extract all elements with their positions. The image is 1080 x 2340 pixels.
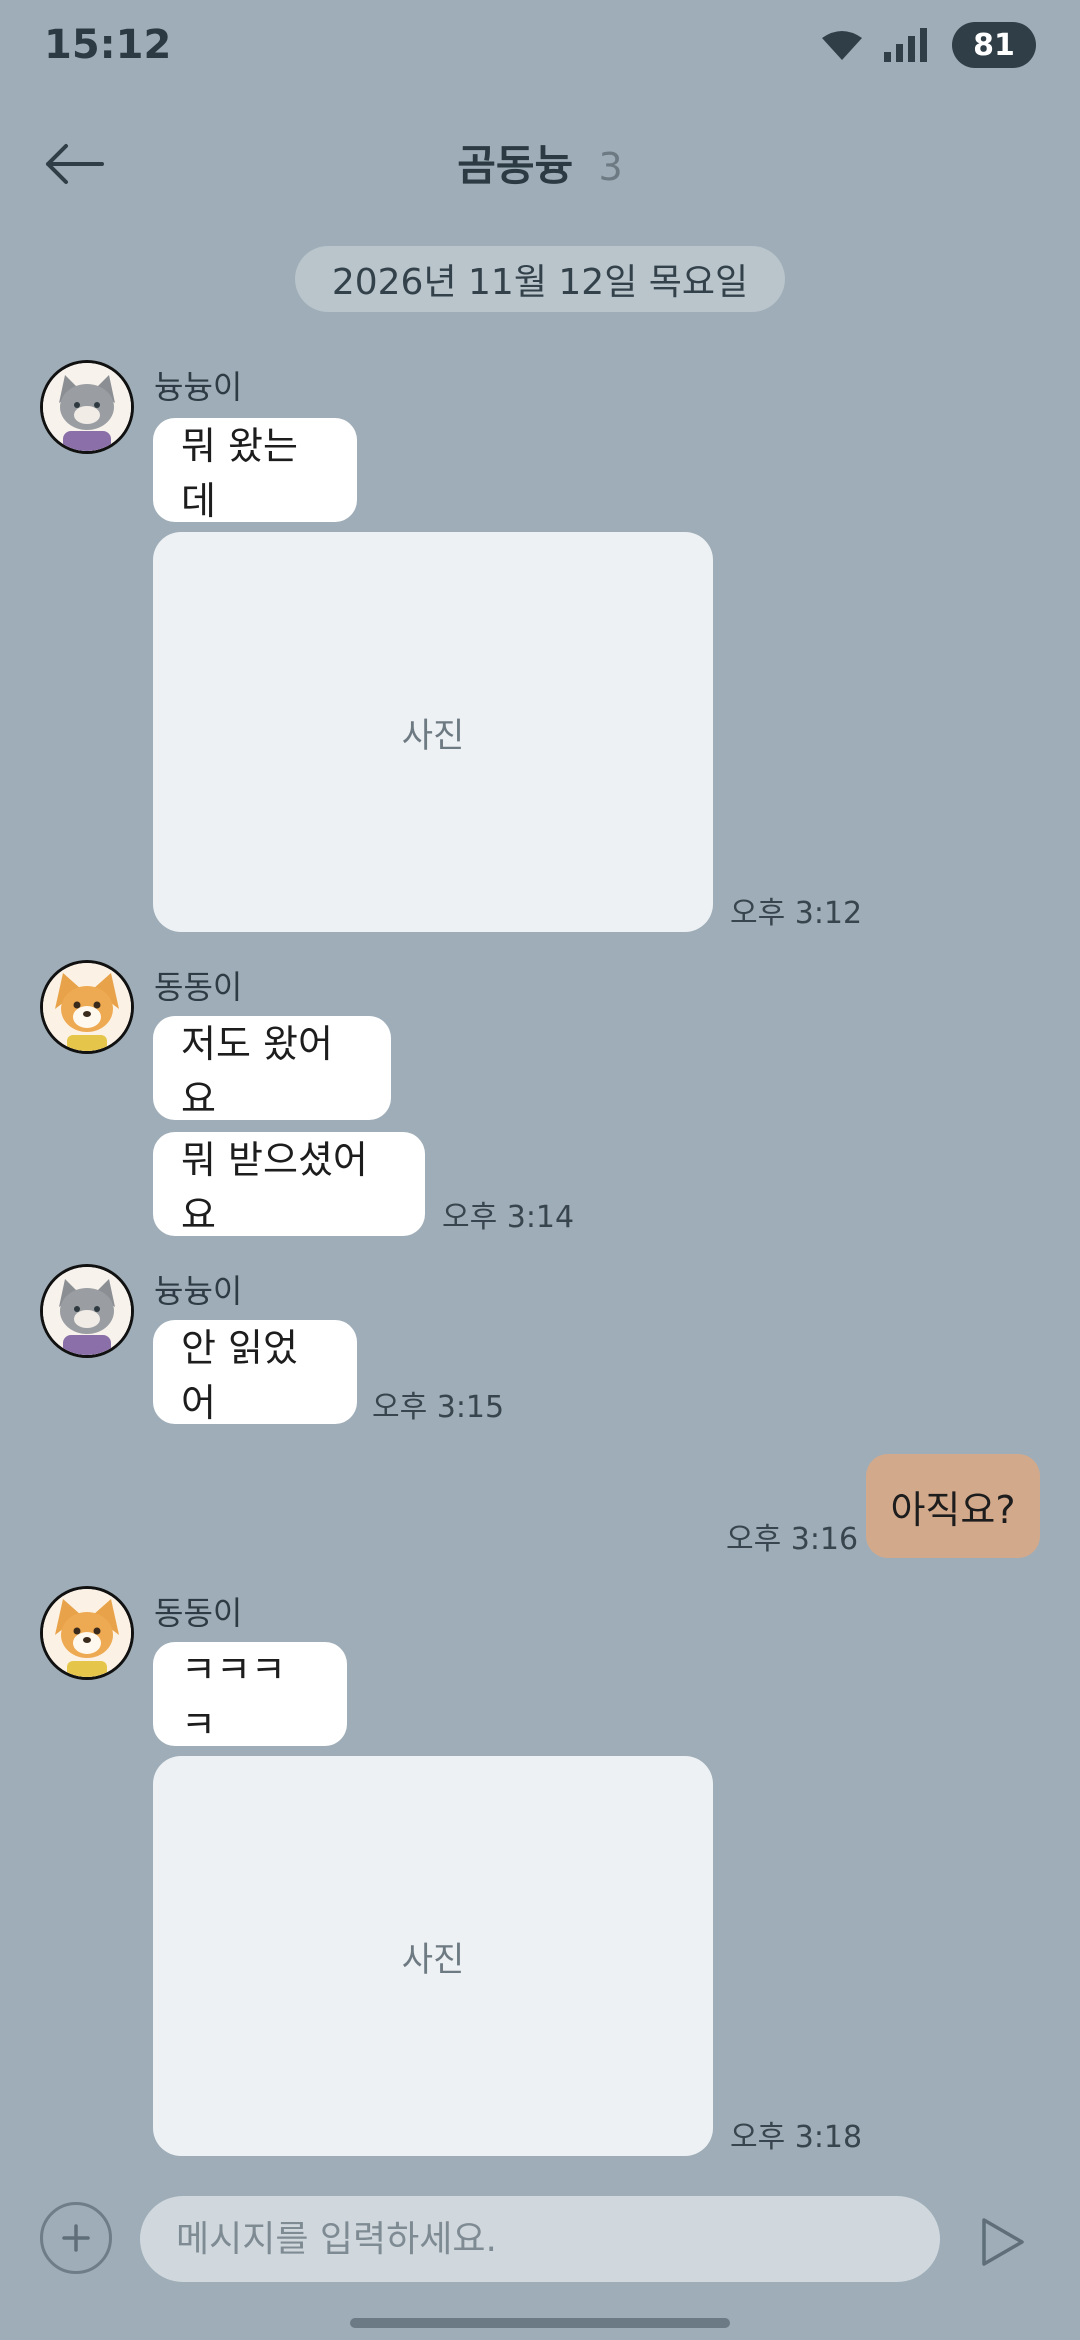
date-divider: 2026년 11월 12일 목요일 [295,246,785,312]
message-time: 오후 3:16 [726,1522,859,1557]
message-input[interactable] [140,2196,940,2282]
sender-name: 늉늉이 [154,1272,243,1310]
chat-header: 곰동늉 3 [0,132,1080,193]
plus-icon [62,2224,90,2252]
message-bubble[interactable]: 뭐 받으셨어요 [153,1132,425,1237]
sender-name: 늉늉이 [154,368,243,406]
message-time: 오후 3:18 [730,2120,863,2155]
my-message-bubble[interactable]: 아직요? [866,1454,1040,1558]
message-bubble[interactable]: ㅋㅋㅋㅋ [153,1642,347,1747]
member-count: 3 [598,145,623,189]
message-bubble[interactable]: 뭐 왔는데 [153,418,357,523]
sender-name: 동동이 [154,968,243,1006]
sender-name: 동동이 [154,1594,243,1632]
dog-avatar[interactable] [40,1586,134,1680]
battery-indicator: 81 [952,22,1036,68]
message-bubble[interactable]: 저도 왔어요 [153,1016,391,1121]
cat-avatar[interactable] [40,360,134,454]
cat-face-icon [43,363,131,451]
cat-avatar[interactable] [40,1264,134,1358]
home-indicator[interactable] [350,2318,730,2328]
chat-title: 곰동늉 [457,141,574,190]
dog-face-icon [43,1589,131,1677]
message-time: 오후 3:12 [730,896,863,931]
attach-plus-button[interactable] [40,2202,112,2274]
photo-message[interactable]: 사진 [153,532,713,932]
dog-face-icon [43,963,131,1051]
dog-avatar[interactable] [40,960,134,1054]
photo-message[interactable]: 사진 [153,1756,713,2156]
message-time: 오후 3:15 [372,1390,505,1425]
status-time: 15:12 [44,22,172,68]
cat-face-icon [43,1267,131,1355]
status-icons: 81 [822,22,1036,68]
message-bubble[interactable]: 안 읽었어 [153,1320,357,1425]
wifi-icon [822,31,862,60]
send-icon[interactable] [978,2214,1028,2270]
signal-icon [884,28,927,62]
message-time: 오후 3:14 [442,1200,575,1235]
